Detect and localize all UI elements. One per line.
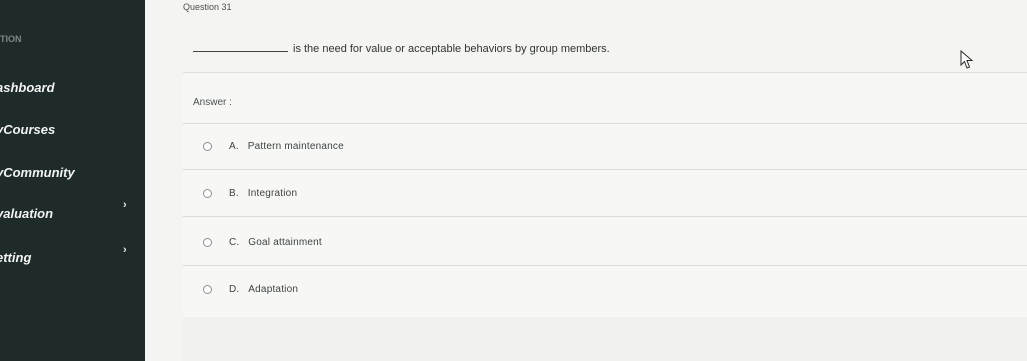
option-text: Adaptation: [248, 283, 299, 295]
bottom-area: [183, 317, 1027, 361]
option-letter: B.: [229, 187, 239, 199]
option-letter: A.: [229, 140, 239, 152]
sidebar-item-my-courses[interactable]: yCourses: [0, 122, 55, 137]
question-text: is the need for value or acceptable beha…: [193, 43, 610, 55]
main-content: Question 31 is the need for value or acc…: [145, 0, 1027, 361]
sidebar-item-setting[interactable]: etting: [0, 250, 31, 265]
sidebar: TION ashboard yCourses yCommunity valuat…: [0, 0, 145, 361]
sidebar-item-my-community[interactable]: yCommunity: [0, 165, 75, 180]
option-letter: D.: [229, 283, 240, 295]
radio-button[interactable]: [203, 284, 212, 294]
question-prompt: is the need for value or acceptable beha…: [293, 43, 610, 55]
divider: [183, 265, 1027, 266]
option-text: Goal attainment: [248, 236, 322, 248]
divider: [183, 216, 1027, 217]
option-text: Pattern maintenance: [247, 140, 344, 152]
option-d[interactable]: D. Adaptation: [203, 280, 298, 298]
answer-panel: Answer : A. Pattern maintenance B. Integ…: [183, 72, 1027, 318]
mouse-pointer-icon: [960, 50, 974, 69]
divider: [183, 123, 1027, 124]
radio-button[interactable]: [203, 141, 212, 151]
radio-button[interactable]: [203, 237, 212, 247]
chevron-right-icon: ›: [123, 199, 127, 211]
blank-line: [193, 43, 288, 52]
option-text: Integration: [247, 187, 298, 199]
option-b[interactable]: B. Integration: [203, 184, 297, 202]
sidebar-brand: TION: [0, 34, 22, 44]
chevron-right-icon: ›: [123, 244, 127, 256]
question-number: Question 31: [183, 2, 232, 12]
answer-label: Answer :: [193, 97, 232, 108]
sidebar-item-dashboard[interactable]: ashboard: [0, 80, 55, 95]
option-c[interactable]: C. Goal attainment: [203, 233, 322, 251]
option-a[interactable]: A. Pattern maintenance: [203, 137, 344, 155]
divider: [183, 169, 1027, 170]
radio-button[interactable]: [203, 188, 212, 198]
sidebar-item-evaluation[interactable]: valuation: [0, 206, 53, 221]
option-letter: C.: [229, 236, 240, 248]
